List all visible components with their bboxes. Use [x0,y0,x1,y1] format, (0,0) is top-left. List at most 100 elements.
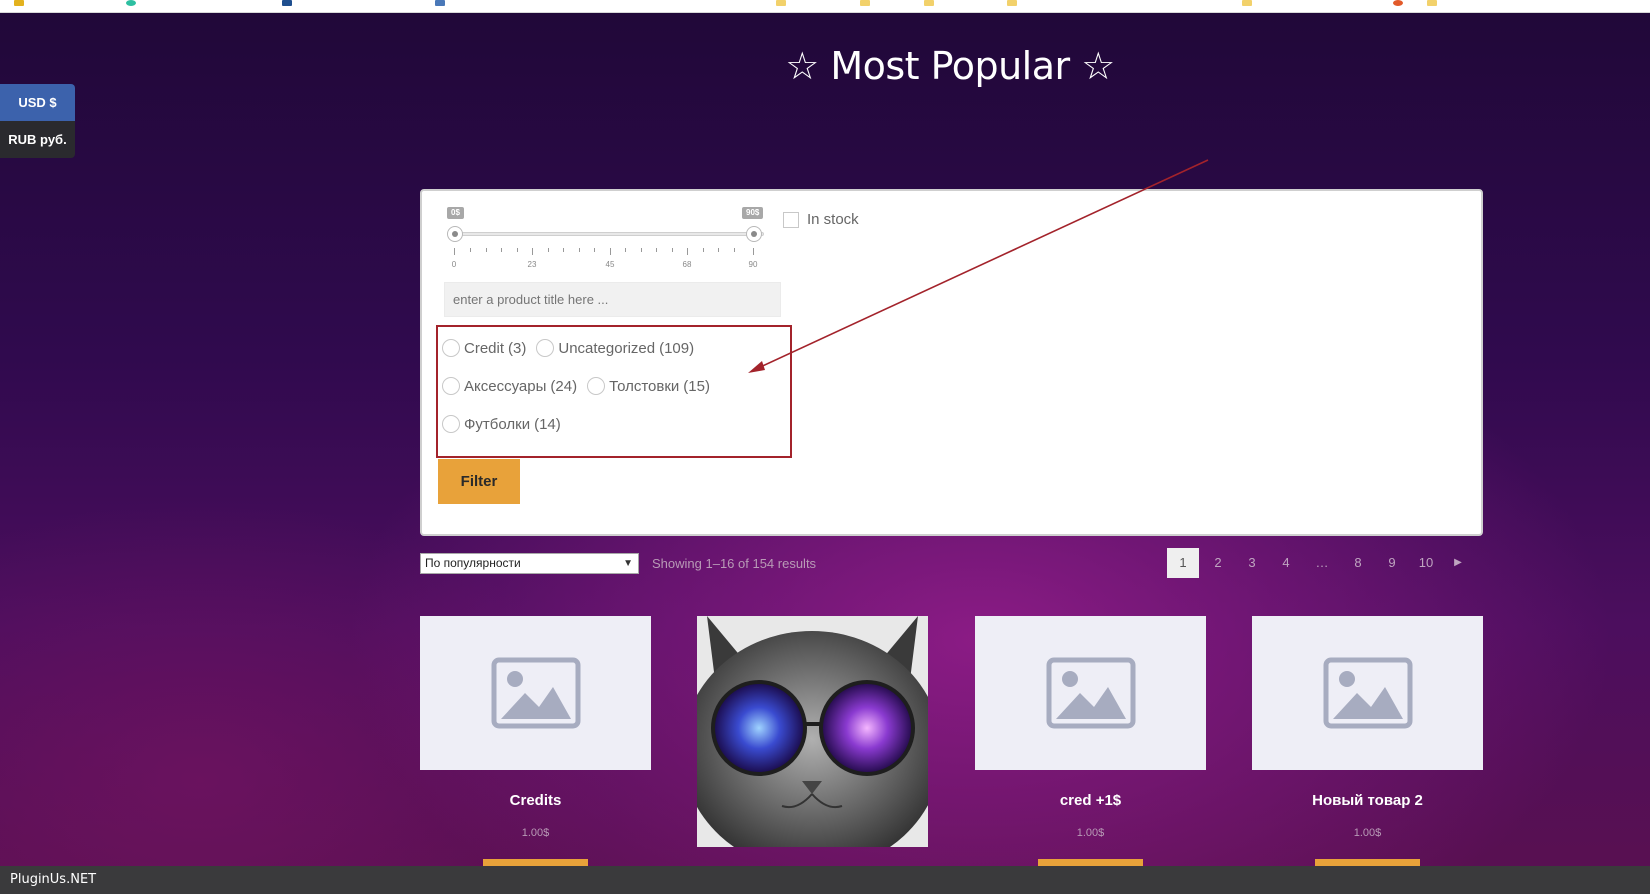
category-radio[interactable] [442,377,460,395]
product-card[interactable] [697,616,928,847]
category-radio[interactable] [442,415,460,433]
category-count: (109) [659,339,695,357]
slider-tick [579,248,580,252]
bookmark-icon[interactable] [126,0,136,6]
bookmark-icon[interactable] [435,0,445,6]
slider-tick [454,248,455,255]
price-range-slider[interactable]: 0$ 90$ 0 23 45 68 90 [444,207,764,269]
product-title[interactable]: cred +1$ [975,792,1206,809]
slider-tick [753,248,754,255]
category-label: Uncategorized [558,339,656,357]
sort-order-value: По популярности [425,556,521,570]
product-title[interactable]: Credits [420,792,651,809]
category-label: Толстовки [609,377,680,395]
slider-tick [703,248,704,252]
slider-tick [517,248,518,252]
folder-icon[interactable] [1242,0,1252,6]
folder-icon[interactable] [860,0,870,6]
page-4[interactable]: 4 [1269,548,1303,578]
slider-tick [563,248,564,252]
category-option-accessories[interactable]: Аксессуары (24) [442,377,577,395]
category-radio[interactable] [536,339,555,357]
price-max-tag: 90$ [742,207,764,219]
slider-tick-label: 23 [527,260,537,269]
category-row: Аксессуары (24) Толстовки (15) [442,367,782,405]
page-3[interactable]: 3 [1235,548,1269,578]
product-price: 1.00$ [521,827,550,839]
product-card[interactable]: cred +1$ 1.00$ [975,616,1206,867]
slider-tick [610,248,611,255]
sort-order-select[interactable]: По популярности ▼ [420,553,639,574]
folder-icon[interactable] [924,0,934,6]
in-stock-checkbox[interactable] [783,211,799,228]
category-count: (24) [550,377,578,395]
page-ellipsis: … [1315,555,1329,570]
category-row: Credit (3) Uncategorized (109) [442,329,782,367]
product-price: 1.00$ [1353,827,1382,839]
image-placeholder-icon [491,657,580,729]
cat-glasses-image [697,616,928,847]
slider-tick-label: 90 [748,260,758,269]
slider-tick [548,248,549,252]
product-card[interactable]: Новый товар 2 1.00$ [1252,616,1483,867]
currency-switcher: USD $ RUB руб. [0,84,75,158]
bookmark-icon[interactable] [14,0,24,6]
next-page-icon[interactable]: ▶ [1443,548,1473,578]
currency-rub-button[interactable]: RUB руб. [0,121,75,158]
footer-brand[interactable]: PluginUs.NET [10,872,96,887]
slider-tick [594,248,595,252]
bookmark-icon[interactable] [282,0,292,6]
category-option-credit[interactable]: Credit (3) [442,339,526,357]
category-radio[interactable] [442,339,460,357]
slider-tick [641,248,642,252]
footer-bar: PluginUs.NET [0,866,1650,894]
product-placeholder-image[interactable] [420,616,651,770]
slider-tick [625,248,626,252]
slider-min-handle[interactable] [447,226,463,242]
product-placeholder-image[interactable] [975,616,1206,770]
category-option-tshirts[interactable]: Футболки (14) [442,415,561,433]
slider-tick [718,248,719,252]
category-filter-list: Credit (3) Uncategorized (109) Аксессуар… [442,329,782,443]
pagination: 1 2 3 4 … 8 9 10 ▶ [1167,548,1473,578]
product-title-search-input[interactable] [444,282,781,317]
page-1[interactable]: 1 [1167,548,1199,578]
category-option-hoodies[interactable]: Толстовки (15) [587,377,710,395]
in-stock-filter[interactable]: In stock [783,211,859,228]
slider-track[interactable] [454,232,764,236]
product-card[interactable]: Credits 1.00$ [420,616,651,867]
slider-tick-label: 68 [682,260,692,269]
category-row: Футболки (14) [442,405,782,443]
slider-tick-label: 0 [451,260,457,269]
category-count: (14) [534,415,561,433]
filter-button[interactable]: Filter [438,459,520,504]
page-10[interactable]: 10 [1409,548,1443,578]
category-radio[interactable] [587,377,606,395]
category-count: (3) [508,339,527,357]
image-placeholder-icon [1323,657,1412,729]
product-title[interactable]: Новый товар 2 [1252,792,1483,809]
slider-tick [470,248,471,252]
page-2[interactable]: 2 [1201,548,1235,578]
category-option-uncategorized[interactable]: Uncategorized (109) [536,339,694,357]
result-count: Showing 1–16 of 154 results [652,556,817,571]
category-label: Credit [464,339,505,357]
image-placeholder-icon [1046,657,1135,729]
in-stock-label: In stock [807,211,859,228]
product-placeholder-image[interactable] [1252,616,1483,770]
currency-usd-button[interactable]: USD $ [0,84,75,121]
folder-icon[interactable] [776,0,786,6]
product-price: 1.00$ [1076,827,1105,839]
slider-max-handle[interactable] [746,226,762,242]
page-9[interactable]: 9 [1375,548,1409,578]
slider-tick [672,248,673,252]
slider-tick [734,248,735,252]
product-image-cat-with-galaxy-glasses[interactable] [697,616,928,847]
price-min-tag: 0$ [447,207,464,219]
folder-icon[interactable] [1007,0,1017,6]
slider-tick [532,248,533,255]
bookmark-icon[interactable] [1393,0,1403,6]
folder-icon[interactable] [1427,0,1437,6]
page-8[interactable]: 8 [1341,548,1375,578]
category-count: (15) [683,377,710,395]
